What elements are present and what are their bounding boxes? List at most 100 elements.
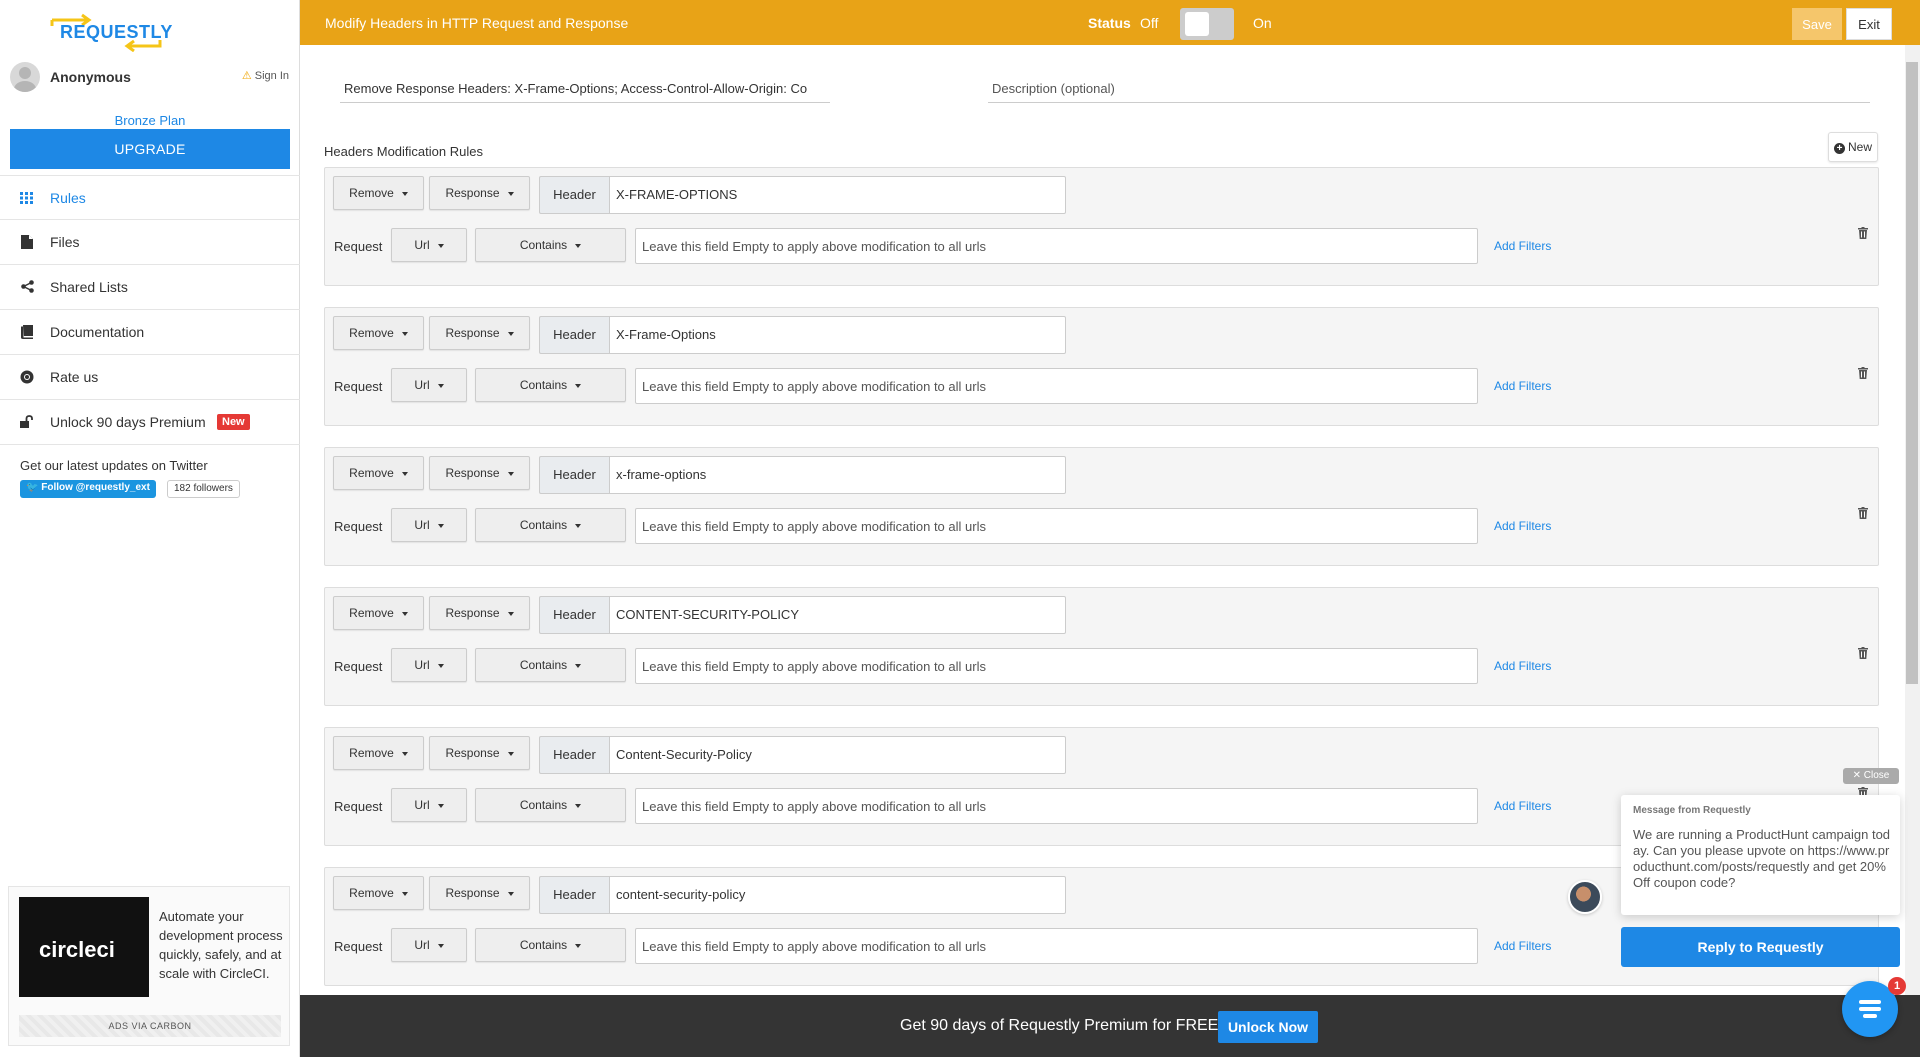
action-dropdown[interactable]: Remove: [333, 176, 424, 210]
operator-dropdown[interactable]: Contains: [475, 928, 626, 962]
header-addon-label: Header: [539, 456, 609, 494]
trash-icon[interactable]: [1858, 227, 1868, 239]
upgrade-button[interactable]: UPGRADE: [10, 129, 290, 169]
chat-message-box[interactable]: Message from Requestly We are running a …: [1621, 795, 1900, 915]
caret-down-icon: [437, 243, 444, 248]
action-dropdown[interactable]: Remove: [333, 316, 424, 350]
header-name-input[interactable]: x-frame-options: [609, 456, 1066, 494]
add-filters-link[interactable]: Add Filters: [1494, 939, 1551, 953]
sidebar-item-documentation[interactable]: Documentation: [0, 310, 300, 355]
header-name-input[interactable]: X-Frame-Options: [609, 316, 1066, 354]
twitter-followers-count[interactable]: 182 followers: [167, 480, 240, 498]
caret-down-icon: [401, 611, 408, 616]
status-toggle[interactable]: [1180, 8, 1234, 40]
twitter-follow-button[interactable]: 🐦 Follow @requestly_ext: [20, 480, 156, 498]
target-label: Response: [445, 746, 500, 760]
target-dropdown[interactable]: Response: [429, 316, 530, 350]
source-key-label: Url: [414, 938, 430, 952]
action-dropdown[interactable]: Remove: [333, 596, 424, 630]
source-key-dropdown[interactable]: Url: [391, 508, 467, 542]
ad-text[interactable]: Automate your development process quickl…: [159, 907, 284, 983]
header-addon-label: Header: [539, 876, 609, 914]
description-input[interactable]: [988, 75, 1870, 103]
action-dropdown[interactable]: Remove: [333, 876, 424, 910]
operator-dropdown[interactable]: Contains: [475, 368, 626, 402]
source-key-dropdown[interactable]: Url: [391, 788, 467, 822]
caret-down-icon: [437, 803, 444, 808]
header-name-input[interactable]: Content-Security-Policy: [609, 736, 1066, 774]
carbon-ad[interactable]: circleci Automate your development proce…: [8, 886, 290, 1046]
chat-icon: [1859, 1000, 1881, 1018]
chat-close-button[interactable]: ✕ Close: [1843, 768, 1899, 784]
unlock-now-button[interactable]: Unlock Now: [1218, 1011, 1318, 1043]
save-button[interactable]: Save: [1792, 8, 1842, 40]
url-input[interactable]: [635, 508, 1478, 544]
add-filters-link[interactable]: Add Filters: [1494, 379, 1551, 393]
header-name-input[interactable]: CONTENT-SECURITY-POLICY: [609, 596, 1066, 634]
add-filters-link[interactable]: Add Filters: [1494, 659, 1551, 673]
target-dropdown[interactable]: Response: [429, 876, 530, 910]
scrollbar-thumb[interactable]: [1906, 62, 1918, 684]
source-key-dropdown[interactable]: Url: [391, 928, 467, 962]
trash-icon[interactable]: [1858, 647, 1868, 659]
sidebar-item-files[interactable]: Files: [0, 220, 300, 265]
trash-icon[interactable]: [1858, 367, 1868, 379]
sidebar-item-unlock-premium[interactable]: Unlock 90 days Premium New: [0, 400, 300, 445]
header-addon-label: Header: [539, 596, 609, 634]
caret-down-icon: [575, 803, 582, 808]
header-name-input[interactable]: content-security-policy: [609, 876, 1066, 914]
source-key-dropdown[interactable]: Url: [391, 368, 467, 402]
header-addon-label: Header: [539, 736, 609, 774]
status-off-label: Off: [1140, 15, 1159, 31]
source-key-dropdown[interactable]: Url: [391, 648, 467, 682]
header-addon-label: Header: [539, 176, 609, 214]
add-filters-link[interactable]: Add Filters: [1494, 519, 1551, 533]
page-title: Modify Headers in HTTP Request and Respo…: [325, 15, 629, 31]
exit-button[interactable]: Exit: [1846, 8, 1892, 40]
action-label: Remove: [349, 466, 394, 480]
url-input[interactable]: [635, 228, 1478, 264]
warning-icon: ⚠: [241, 70, 252, 82]
logo-text: REQUESTLY: [60, 22, 173, 42]
new-label: New: [1847, 140, 1872, 154]
ad-image[interactable]: circleci: [19, 897, 149, 997]
target-dropdown[interactable]: Response: [429, 456, 530, 490]
sidebar-item-rules[interactable]: Rules: [0, 175, 300, 220]
url-input[interactable]: [635, 648, 1478, 684]
add-filters-link[interactable]: Add Filters: [1494, 239, 1551, 253]
target-dropdown[interactable]: Response: [429, 176, 530, 210]
action-dropdown[interactable]: Remove: [333, 456, 424, 490]
url-input[interactable]: [635, 928, 1478, 964]
caret-down-icon: [437, 523, 444, 528]
target-dropdown[interactable]: Response: [429, 596, 530, 630]
sign-in-link[interactable]: ⚠ Sign In: [242, 69, 289, 82]
operator-dropdown[interactable]: Contains: [475, 648, 626, 682]
url-input[interactable]: [635, 368, 1478, 404]
plan-name[interactable]: Bronze Plan: [0, 113, 300, 128]
new-rule-button[interactable]: + New: [1828, 132, 1878, 162]
caret-down-icon: [575, 523, 582, 528]
top-bar: Modify Headers in HTTP Request and Respo…: [300, 0, 1920, 45]
operator-dropdown[interactable]: Contains: [475, 228, 626, 262]
target-dropdown[interactable]: Response: [429, 736, 530, 770]
header-addon-label: Header: [539, 316, 609, 354]
caret-down-icon: [437, 943, 444, 948]
operator-dropdown[interactable]: Contains: [475, 788, 626, 822]
sidebar-item-shared-lists[interactable]: Shared Lists: [0, 265, 300, 310]
action-label: Remove: [349, 886, 394, 900]
header-name-input[interactable]: X-FRAME-OPTIONS: [609, 176, 1066, 214]
trash-icon[interactable]: [1858, 507, 1868, 519]
url-input[interactable]: [635, 788, 1478, 824]
action-label: Remove: [349, 606, 394, 620]
source-key-dropdown[interactable]: Url: [391, 228, 467, 262]
file-icon: [20, 235, 34, 249]
operator-dropdown[interactable]: Contains: [475, 508, 626, 542]
rule-name-input[interactable]: [340, 75, 830, 103]
action-label: Remove: [349, 746, 394, 760]
add-filters-link[interactable]: Add Filters: [1494, 799, 1551, 813]
operator-label: Contains: [519, 938, 568, 952]
reply-button[interactable]: Reply to Requestly: [1621, 927, 1900, 967]
sidebar-item-rate-us[interactable]: Rate us: [0, 355, 300, 400]
action-dropdown[interactable]: Remove: [333, 736, 424, 770]
ad-footer[interactable]: ADS VIA CARBON: [19, 1015, 281, 1037]
